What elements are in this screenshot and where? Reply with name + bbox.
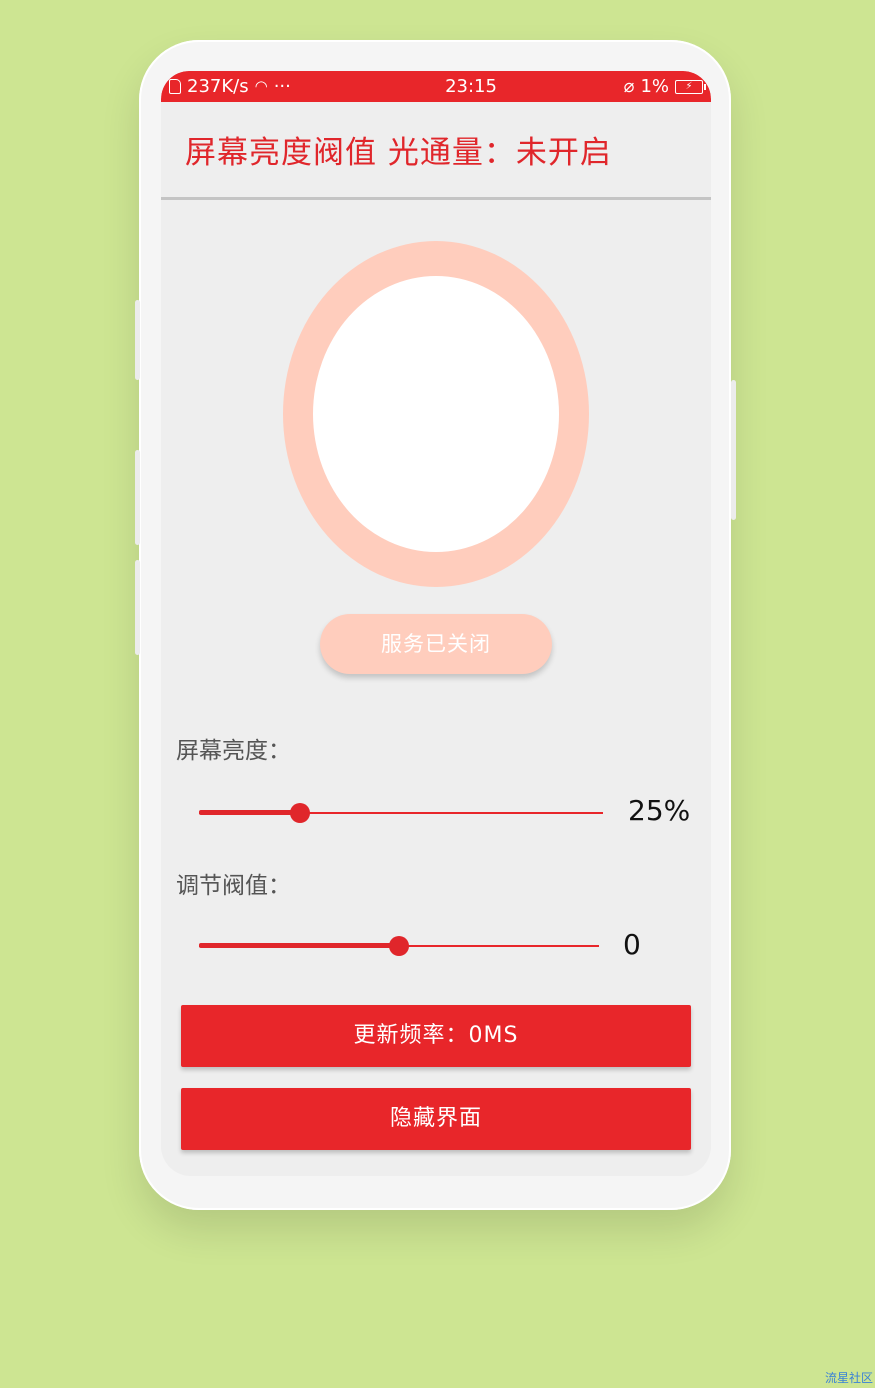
slider-thumb[interactable] [290,803,310,823]
service-toggle-button[interactable]: 服务已关闭 [320,614,552,674]
brightness-label: 屏幕亮度： [176,738,291,764]
status-ring [283,241,589,587]
status-bar: 237K/s ◠ ··· 23:15 ⌀ 1% ⚡ [161,71,711,102]
threshold-label: 调节阀值： [176,873,291,899]
slider-thumb[interactable] [389,936,409,956]
network-speed: 237K/s [187,76,249,97]
watermark: 流星社区 [824,1371,873,1385]
battery-charging-icon: ⚡ [675,79,706,94]
phone-volume-up-button [135,450,140,545]
bell-muted-icon: ⌀ [623,76,635,97]
brightness-value: 25% [628,794,691,827]
update-frequency-button[interactable]: 更新频率：0MS [181,1005,691,1067]
phone-power-button [731,380,736,520]
slider-fill [199,943,399,948]
status-ring-center [313,276,559,552]
status-right: ⌀ 1% ⚡ [583,76,706,97]
phone-screen: 237K/s ◠ ··· 23:15 ⌀ 1% ⚡ 屏幕亮度阀值 光通量：未开启… [161,71,711,1176]
app-header: 屏幕亮度阀值 光通量：未开启 [161,102,711,200]
phone-side-button [135,300,140,380]
status-time: 23:15 [445,76,497,97]
battery-percent: 1% [640,76,669,97]
sim-icon [169,79,181,94]
brightness-slider[interactable] [199,801,603,825]
threshold-value: 0 [623,928,641,961]
hide-interface-button[interactable]: 隐藏界面 [181,1088,691,1150]
page-title: 屏幕亮度阀值 光通量：未开启 [185,135,612,171]
slider-fill [199,810,300,815]
wifi-icon: ◠ [254,77,268,95]
phone-volume-down-button [135,560,140,655]
threshold-slider[interactable] [199,934,599,958]
status-left: 237K/s ◠ ··· [169,76,389,97]
more-icon: ··· [273,76,291,97]
